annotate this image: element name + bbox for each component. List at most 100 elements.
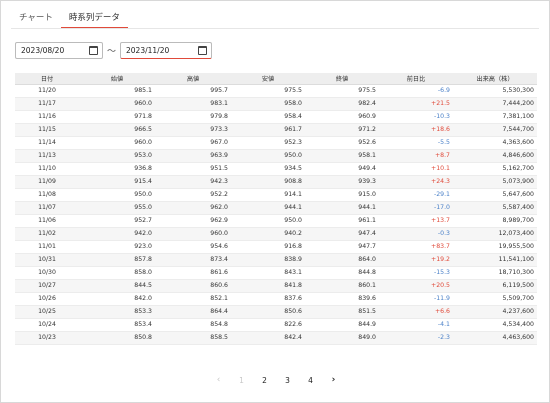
cell-low: 837.6	[231, 292, 305, 306]
cell-change: +13.7	[379, 214, 453, 228]
cell-open: 857.8	[79, 253, 155, 267]
table-row: 11/07 955.0 962.0 944.1 944.1 -17.0 5,587,400	[15, 201, 537, 215]
cell-volume: 4,463,600	[453, 331, 537, 345]
cell-close: 982.4	[305, 97, 379, 111]
cell-change: -15.3	[379, 266, 453, 280]
table-row: 11/02 942.0 960.0 940.2 947.4 -0.3 12,073,400	[15, 227, 537, 241]
cell-high: 951.5	[155, 162, 231, 176]
cell-open: 950.0	[79, 188, 155, 202]
table-row: 10/24 853.4 854.8 822.6 844.9 -4.1 4,534,400	[15, 318, 537, 332]
cell-open: 942.0	[79, 227, 155, 241]
cell-date: 11/06	[15, 214, 79, 228]
cell-date: 10/26	[15, 292, 79, 306]
cell-date: 11/01	[15, 240, 79, 254]
cell-date: 11/07	[15, 201, 79, 215]
header-high: 高値	[155, 73, 231, 85]
page-link-1[interactable]: 1	[230, 376, 253, 385]
date-from-value: 2023/08/20	[21, 46, 65, 55]
cell-volume: 12,073,400	[453, 227, 537, 241]
cell-close: 939.3	[305, 175, 379, 189]
cell-low: 914.1	[231, 188, 305, 202]
cell-change: -5.5	[379, 136, 453, 150]
cell-volume: 5,073,900	[453, 175, 537, 189]
cell-close: 971.2	[305, 123, 379, 137]
table-row: 11/17 960.0 983.1 958.0 982.4 +21.5 7,444,200	[15, 97, 537, 111]
table-body: 11/20 985.1 995.7 975.5 975.5 -6.9 5,530,300 11…	[15, 84, 537, 345]
cell-date: 11/10	[15, 162, 79, 176]
cell-volume: 7,544,700	[453, 123, 537, 137]
cell-close: 844.9	[305, 318, 379, 332]
cell-low: 841.8	[231, 279, 305, 293]
table-row: 11/16 971.8 979.8 958.4 960.9 -10.3 7,381,100	[15, 110, 537, 124]
page-link-4[interactable]: 4	[299, 376, 322, 385]
cell-date: 11/15	[15, 123, 79, 137]
cell-volume: 7,381,100	[453, 110, 537, 124]
header-low: 安値	[231, 73, 305, 85]
cell-close: 947.7	[305, 240, 379, 254]
cell-change: +10.1	[379, 162, 453, 176]
calendar-icon[interactable]	[89, 46, 98, 55]
cell-date: 11/02	[15, 227, 79, 241]
cell-open: 955.0	[79, 201, 155, 215]
cell-high: 861.6	[155, 266, 231, 280]
cell-close: 860.1	[305, 279, 379, 293]
cell-volume: 4,363,600	[453, 136, 537, 150]
cell-open: 853.3	[79, 305, 155, 319]
cell-low: 850.6	[231, 305, 305, 319]
date-from-field[interactable]: 2023/08/20	[15, 42, 103, 59]
cell-high: 967.0	[155, 136, 231, 150]
cell-date: 11/17	[15, 97, 79, 111]
table-row: 10/25 853.3 864.4 850.6 851.5 +6.6 4,237,600	[15, 305, 537, 319]
cell-change: -0.3	[379, 227, 453, 241]
cell-change: +24.3	[379, 175, 453, 189]
date-to-field[interactable]: 2023/11/20	[120, 42, 213, 59]
cell-open: 966.5	[79, 123, 155, 137]
tab-timeseries-data[interactable]: 時系列データ	[60, 8, 128, 28]
cell-date: 10/31	[15, 253, 79, 267]
cell-low: 950.0	[231, 214, 305, 228]
cell-high: 852.1	[155, 292, 231, 306]
pagination: ‹ 1 2 3 4 ›	[1, 375, 550, 385]
cell-high: 973.3	[155, 123, 231, 137]
cell-volume: 4,534,400	[453, 318, 537, 332]
header-date: 日付	[15, 73, 79, 85]
cell-close: 958.1	[305, 149, 379, 163]
cell-open: 960.0	[79, 136, 155, 150]
page-link-2[interactable]: 2	[253, 376, 276, 385]
cell-volume: 19,955,500	[453, 240, 537, 254]
cell-volume: 5,587,400	[453, 201, 537, 215]
cell-low: 934.5	[231, 162, 305, 176]
cell-close: 849.0	[305, 331, 379, 345]
cell-change: +20.5	[379, 279, 453, 293]
cell-open: 971.8	[79, 110, 155, 124]
cell-date: 11/14	[15, 136, 79, 150]
cell-low: 940.2	[231, 227, 305, 241]
cell-change: +19.2	[379, 253, 453, 267]
cell-change: -11.9	[379, 292, 453, 306]
cell-close: 949.4	[305, 162, 379, 176]
cell-high: 952.2	[155, 188, 231, 202]
cell-high: 983.1	[155, 97, 231, 111]
tab-chart[interactable]: チャート	[11, 8, 61, 28]
chevron-right-icon[interactable]: ›	[322, 375, 345, 385]
cell-change: -29.1	[379, 188, 453, 202]
cell-change: +8.7	[379, 149, 453, 163]
cell-low: 958.0	[231, 97, 305, 111]
cell-close: 961.1	[305, 214, 379, 228]
cell-change: +21.5	[379, 97, 453, 111]
cell-date: 10/25	[15, 305, 79, 319]
cell-open: 844.5	[79, 279, 155, 293]
window-frame: チャート 時系列データ 2023/08/20 〜 2023/11/20 日付 始…	[0, 0, 550, 403]
header-change: 前日比	[379, 73, 453, 85]
cell-volume: 5,530,300	[453, 84, 537, 98]
cell-low: 961.7	[231, 123, 305, 137]
header-open: 始値	[79, 73, 155, 85]
cell-close: 952.6	[305, 136, 379, 150]
calendar-icon[interactable]	[198, 46, 208, 55]
page-link-3[interactable]: 3	[276, 376, 299, 385]
table-row: 11/09 915.4 942.3 908.8 939.3 +24.3 5,073,900	[15, 175, 537, 189]
table-row: 10/27 844.5 860.6 841.8 860.1 +20.5 6,119,500	[15, 279, 537, 293]
chevron-left-icon[interactable]: ‹	[207, 375, 230, 385]
date-to-value: 2023/11/20	[126, 46, 170, 55]
table-row: 10/30 858.0 861.6 843.1 844.8 -15.3 18,710,300	[15, 266, 537, 280]
